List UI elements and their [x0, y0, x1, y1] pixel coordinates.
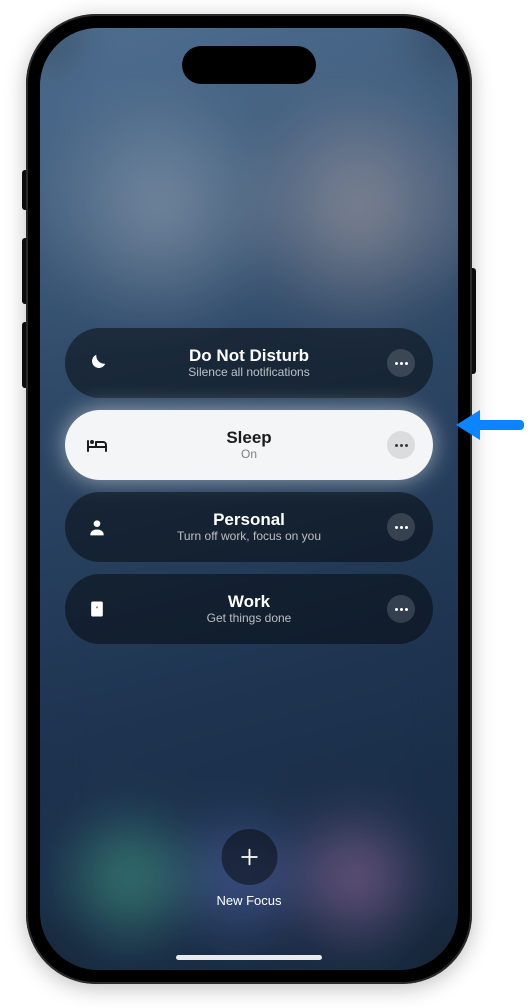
moon-icon [83, 349, 111, 377]
focus-title: Sleep [226, 428, 271, 448]
plus-button[interactable] [221, 829, 277, 885]
focus-row-sleep[interactable]: Sleep On [65, 410, 433, 480]
more-button[interactable] [387, 595, 415, 623]
person-icon [83, 513, 111, 541]
ellipsis-icon [395, 444, 408, 447]
new-focus[interactable]: New Focus [216, 829, 281, 908]
focus-subtitle: Get things done [207, 612, 292, 626]
annotation-arrow-icon [456, 406, 526, 444]
more-button[interactable] [387, 431, 415, 459]
focus-title: Work [228, 592, 270, 612]
dynamic-island [182, 46, 316, 84]
ellipsis-icon [395, 608, 408, 611]
ellipsis-icon [395, 362, 408, 365]
focus-title: Personal [213, 510, 285, 530]
badge-icon [83, 595, 111, 623]
focus-row-personal[interactable]: Personal Turn off work, focus on you [65, 492, 433, 562]
more-button[interactable] [387, 513, 415, 541]
screen: Do Not Disturb Silence all notifications… [40, 28, 458, 970]
focus-subtitle: Turn off work, focus on you [177, 530, 321, 544]
new-focus-label: New Focus [216, 893, 281, 908]
focus-subtitle: Silence all notifications [188, 366, 309, 380]
focus-row-dnd[interactable]: Do Not Disturb Silence all notifications [65, 328, 433, 398]
plus-icon [238, 846, 260, 868]
focus-subtitle: On [241, 448, 257, 462]
bed-icon [83, 431, 111, 459]
more-button[interactable] [387, 349, 415, 377]
focus-mode-list: Do Not Disturb Silence all notifications… [65, 328, 433, 644]
ellipsis-icon [395, 526, 408, 529]
home-indicator[interactable] [176, 955, 322, 960]
focus-title: Do Not Disturb [189, 346, 309, 366]
iphone-frame: Do Not Disturb Silence all notifications… [26, 14, 472, 984]
focus-row-work[interactable]: Work Get things done [65, 574, 433, 644]
